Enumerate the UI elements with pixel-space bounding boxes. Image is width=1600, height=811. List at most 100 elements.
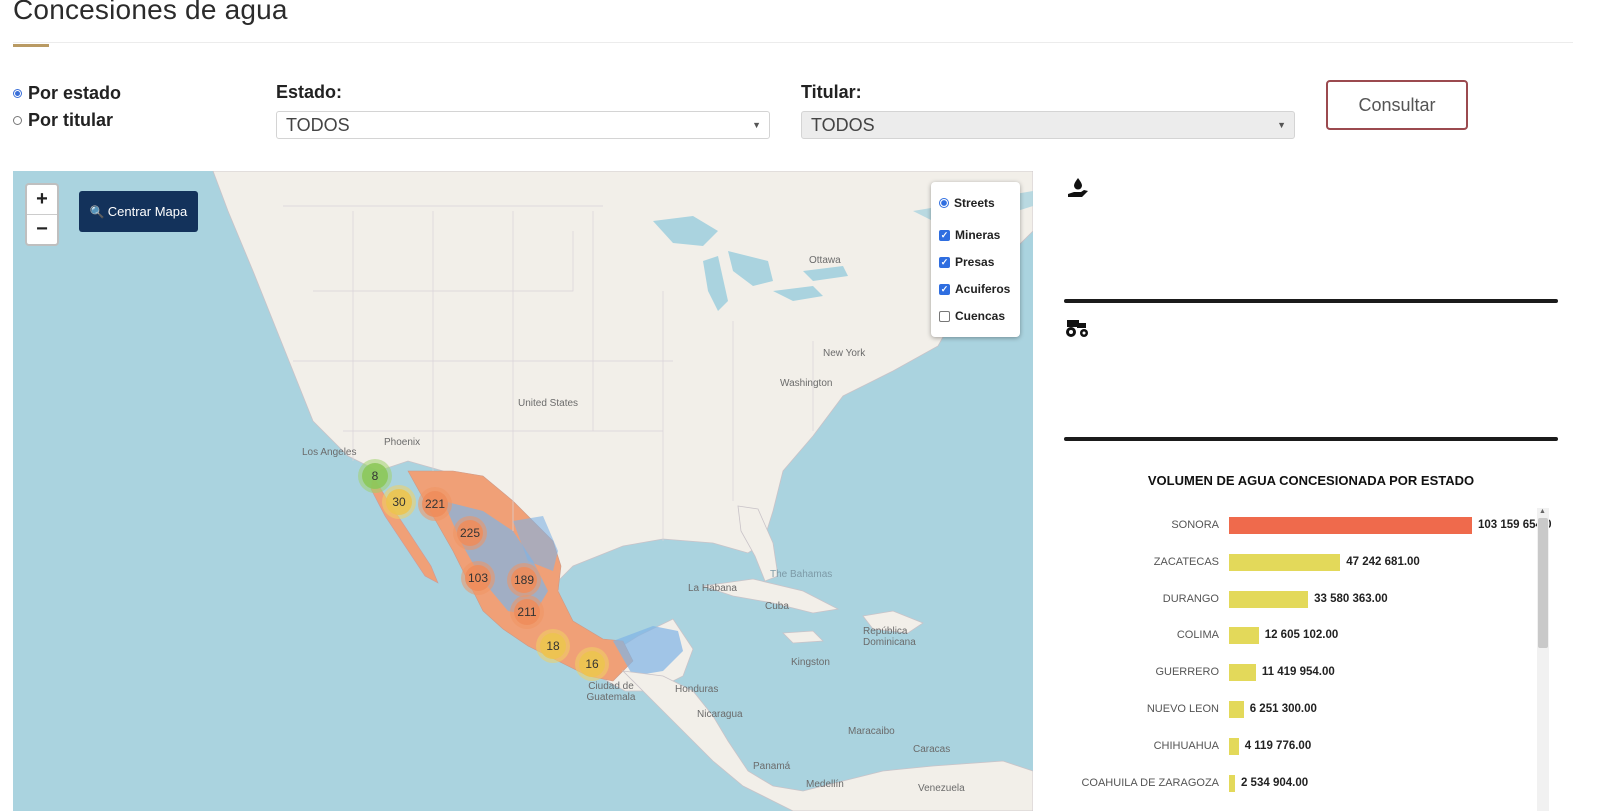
titular-select-value: TODOS <box>811 114 875 135</box>
map-cluster-marker[interactable]: 103 <box>461 561 495 595</box>
bar-category-label: ZACATECAS <box>1153 555 1219 568</box>
radio-label: Por estado <box>28 83 122 103</box>
map-label: Ciudad de Guatemala <box>586 681 636 703</box>
estado-label: Estado: <box>276 82 343 102</box>
map-label: Panamá <box>753 761 791 772</box>
layer-label: Mineras <box>955 228 1001 242</box>
zoom-out-button[interactable]: − <box>27 214 57 244</box>
map-label: United States <box>518 398 579 409</box>
title-divider <box>13 42 1573 43</box>
bar-mark[interactable] <box>1229 627 1259 645</box>
map-cluster-marker[interactable]: 16 <box>575 647 609 681</box>
page-title: Concesiones de agua <box>13 0 288 25</box>
map-cluster-marker[interactable]: 18 <box>536 629 570 663</box>
layer-label: Acuiferos <box>955 282 1011 296</box>
bar-value-label: 11 419 954.00 <box>1261 666 1335 679</box>
bar-row: SONORA 103 159 654.0 <box>1064 517 1564 535</box>
center-map-button[interactable]: 🔍 Centrar Mapa <box>79 191 198 232</box>
zoom-control: + − <box>25 183 59 246</box>
chart-scrollbar[interactable]: ▲ <box>1537 508 1549 811</box>
layer-acuiferos[interactable]: ✓ Acuiferos <box>939 282 1010 296</box>
map-view[interactable]: + − 🔍 Centrar Mapa Streets ✓ Mineras ✓ P… <box>13 171 1033 811</box>
zoom-in-button[interactable]: + <box>27 185 57 214</box>
bar-value-label: 47 242 681.00 <box>1346 555 1420 568</box>
map-cluster-marker[interactable]: 221 <box>418 487 452 521</box>
cluster-count: 103 <box>465 565 491 591</box>
bar-row: COLIMA 12 605 102.00 <box>1064 627 1564 645</box>
map-cluster-marker[interactable]: 225 <box>453 516 487 550</box>
estado-select[interactable]: TODOS ▼ <box>276 111 770 139</box>
bar-mark[interactable] <box>1229 664 1256 682</box>
section-divider <box>1064 299 1558 303</box>
map-cluster-marker[interactable]: 30 <box>382 485 416 519</box>
estado-select-value: TODOS <box>286 114 350 135</box>
bar-row: CHIHUAHUA 4 119 776.00 <box>1064 737 1564 756</box>
radio-por-estado[interactable]: Por estado <box>13 80 121 107</box>
bar-value-label: 12 605 102.00 <box>1264 629 1339 642</box>
map-label: New York <box>823 348 866 359</box>
search-icon: 🔍 <box>89 204 105 219</box>
map-label: La Habana <box>688 583 737 594</box>
search-mode-group: Por estado Por titular <box>13 80 121 134</box>
radio-por-titular[interactable]: Por titular <box>13 107 121 134</box>
titular-label: Titular: <box>801 82 862 102</box>
map-cluster-marker[interactable]: 189 <box>507 563 541 597</box>
cluster-count: 30 <box>386 489 412 515</box>
layer-streets[interactable]: Streets <box>939 196 995 210</box>
section-divider <box>1064 437 1558 441</box>
checkbox-icon[interactable]: ✓ <box>939 229 950 241</box>
tractor-icon <box>1064 316 1090 344</box>
layer-presas[interactable]: ✓ Presas <box>939 255 994 269</box>
consultar-button[interactable]: Consultar <box>1326 80 1468 130</box>
bar-value-label: 2 534 904.00 <box>1240 776 1309 789</box>
map-label: The Bahamas <box>770 569 833 580</box>
bar-mark[interactable] <box>1229 774 1235 792</box>
layer-mineras[interactable]: ✓ Mineras <box>939 228 1000 242</box>
bar-row: COAHUILA DE ZARAGOZA 2 534 904.00 <box>1064 774 1564 793</box>
map-basemap <box>212 171 1033 811</box>
bar-mark[interactable] <box>1229 737 1239 755</box>
bar-mark[interactable] <box>1229 517 1472 534</box>
map-cluster-marker[interactable]: 211 <box>510 595 544 629</box>
bar-category-label: DURANGO <box>1162 592 1219 605</box>
bar-row: GUERRERO 11 419 954.00 <box>1064 664 1564 682</box>
bar-value-label: 33 580 363.00 <box>1314 592 1388 605</box>
radio-label: Por titular <box>28 110 114 130</box>
bar-row: DURANGO 33 580 363.00 <box>1064 590 1564 609</box>
map-label: Venezuela <box>918 783 965 794</box>
bar-value-label: 4 119 776.00 <box>1244 739 1312 752</box>
cluster-count: 189 <box>511 567 537 593</box>
chart-title: VOLUMEN DE AGUA CONCESIONADA POR ESTADO <box>1147 473 1475 488</box>
cluster-count: 16 <box>579 651 605 677</box>
checkbox-icon[interactable]: ✓ <box>939 256 950 268</box>
checkbox-icon[interactable]: ✓ <box>939 283 950 295</box>
bar-category-label: SONORA <box>1171 519 1219 531</box>
checkbox-icon[interactable]: ✓ <box>939 310 950 322</box>
layer-label: Cuencas <box>955 309 1006 323</box>
cluster-count: 221 <box>422 491 448 517</box>
layer-label: Streets <box>954 196 995 210</box>
titular-select[interactable]: TODOS ▼ <box>801 111 1295 139</box>
cluster-count: 225 <box>457 520 483 546</box>
map-label: Honduras <box>675 684 719 695</box>
layer-cuencas[interactable]: ✓ Cuencas <box>939 309 1005 323</box>
title-accent-bar <box>13 44 49 47</box>
map-cluster-marker[interactable]: 8 <box>358 459 392 493</box>
map-label: Ottawa <box>809 255 841 266</box>
map-label: Cuba <box>765 601 789 612</box>
scrollbar-thumb[interactable] <box>1538 518 1548 648</box>
chevron-down-icon: ▼ <box>1277 120 1286 130</box>
scroll-up-icon[interactable]: ▲ <box>1539 508 1546 515</box>
bar-mark[interactable] <box>1229 553 1341 571</box>
bar-category-label: COAHUILA DE ZARAGOZA <box>1081 776 1219 789</box>
map-label: Phoenix <box>384 437 421 448</box>
layer-label: Presas <box>955 255 995 269</box>
map-label: Medellín <box>806 779 844 790</box>
bar-category-label: COLIMA <box>1176 629 1219 642</box>
bar-mark[interactable] <box>1229 590 1309 608</box>
radio-button-icon[interactable] <box>13 89 22 98</box>
radio-button-icon[interactable] <box>939 198 949 208</box>
radio-button-icon[interactable] <box>13 116 22 125</box>
bar-mark[interactable] <box>1229 701 1244 718</box>
map-label: Kingston <box>791 657 830 668</box>
